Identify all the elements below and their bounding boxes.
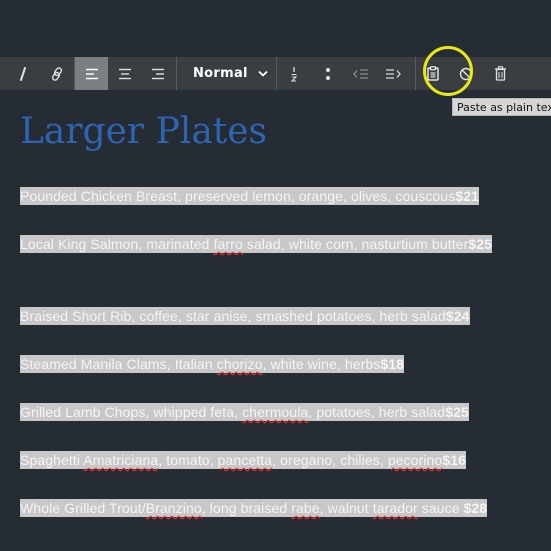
- paste-plain-text-tooltip: Paste as plain text: [452, 98, 551, 116]
- italic-icon: [17, 66, 29, 82]
- menu-item-description: , walnut: [319, 500, 373, 516]
- menu-item-price: $21: [455, 188, 479, 204]
- outdent-icon: [353, 68, 369, 80]
- misspelled-word[interactable]: chorizo: [217, 356, 263, 372]
- align-right-icon: [151, 68, 165, 80]
- menu-item-description: Spaghetti: [20, 452, 84, 468]
- menu-item-description: , potatoes, herb salad: [308, 404, 446, 420]
- menu-item-text: Steamed Manila Clams, Italian chorizo, w…: [20, 355, 405, 373]
- misspelled-word[interactable]: chermoula: [242, 404, 308, 420]
- menu-item[interactable]: Spaghetti Amatriciana, tomato, pancetta,…: [20, 449, 534, 471]
- menu-item-text: Grilled Lamb Chops, whipped feta, chermo…: [20, 403, 469, 421]
- outdent-button[interactable]: [345, 57, 377, 90]
- link-icon: [50, 66, 64, 81]
- menu-item-price: $24: [445, 308, 470, 324]
- editor-toolbar: Normal: [0, 57, 551, 90]
- menu-item-description: Local King Salmon, marinated: [20, 236, 214, 252]
- menu-item-description: Whole Grilled Trout/: [20, 500, 146, 516]
- misspelled-word[interactable]: Branzino: [146, 500, 202, 516]
- link-button[interactable]: [40, 57, 74, 90]
- menu-item-text: Braised Short Rib, coffee, star anise, s…: [20, 307, 470, 325]
- menu-item-description: , oregano, chilies,: [272, 452, 388, 468]
- align-left-button[interactable]: [75, 57, 108, 90]
- menu-item[interactable]: Steamed Manila Clams, Italian chorizo, w…: [20, 353, 534, 375]
- align-center-icon: [118, 68, 132, 80]
- paste-plain-text-button[interactable]: [416, 57, 450, 90]
- unordered-list-button[interactable]: [311, 57, 345, 90]
- menu-item-description: Pounded Chicken Breast, preserved lemon,…: [20, 188, 456, 204]
- misspelled-word[interactable]: Amatriciana: [83, 452, 158, 468]
- menu-item-text: Local King Salmon, marinated farro salad…: [20, 235, 493, 253]
- menu-item-description: , white wine, herbs: [262, 356, 381, 372]
- misspelled-word[interactable]: pancetta: [218, 452, 273, 468]
- menu-item-description: sauce: [417, 500, 464, 516]
- clipboard-icon: [427, 66, 439, 81]
- delete-button[interactable]: [483, 57, 519, 90]
- menu-item[interactable]: Local King Salmon, marinated farro salad…: [20, 233, 534, 255]
- ordered-list-icon: [290, 66, 298, 82]
- indent-button[interactable]: [377, 57, 409, 90]
- menu-item-description: , tomato,: [158, 452, 218, 468]
- paragraph-style-value: Normal: [193, 66, 248, 81]
- misspelled-word[interactable]: farro: [214, 236, 243, 252]
- menu-item[interactable]: Whole Grilled Trout/Branzino, long brais…: [20, 497, 534, 519]
- ordered-list-button[interactable]: [277, 57, 311, 90]
- menu-item-description: Steamed Manila Clams, Italian: [20, 356, 217, 372]
- menu-item-price: $25: [445, 404, 469, 420]
- menu-item-price: $18: [380, 356, 405, 372]
- align-center-button[interactable]: [108, 57, 141, 90]
- menu-item-description: , long braised: [201, 500, 292, 516]
- clear-formatting-button[interactable]: [450, 57, 483, 90]
- menu-item-price: $16: [442, 452, 466, 468]
- menu-item-text: Whole Grilled Trout/Branzino, long brais…: [20, 499, 488, 517]
- menu-item[interactable]: Pounded Chicken Breast, preserved lemon,…: [20, 185, 534, 207]
- menu-item-price: $25: [468, 236, 493, 252]
- menu-item-description: salad, white corn, nasturtium butter: [242, 236, 469, 252]
- misspelled-word[interactable]: pecorino: [388, 452, 443, 468]
- misspelled-word[interactable]: rabe: [291, 500, 319, 516]
- prohibited-icon: [459, 67, 473, 81]
- menu-item-description: Braised Short Rib, coffee, star anise, s…: [20, 308, 446, 324]
- menu-item[interactable]: Braised Short Rib, coffee, star anise, s…: [20, 305, 534, 327]
- align-left-icon: [85, 68, 99, 80]
- misspelled-word[interactable]: tarador: [373, 500, 418, 516]
- indent-icon: [385, 68, 401, 80]
- trash-icon: [494, 66, 507, 81]
- menu-item-price: $28: [463, 500, 488, 516]
- menu-item-text: Spaghetti Amatriciana, tomato, pancetta,…: [20, 451, 466, 469]
- paragraph-style-select[interactable]: Normal: [177, 57, 276, 90]
- unordered-list-icon: [325, 67, 331, 81]
- chevron-down-icon: [258, 66, 268, 81]
- italic-button[interactable]: [6, 57, 40, 90]
- menu-item[interactable]: Grilled Lamb Chops, whipped feta, chermo…: [20, 401, 534, 423]
- section-heading[interactable]: Larger Plates: [20, 108, 267, 156]
- menu-item-text: Pounded Chicken Breast, preserved lemon,…: [20, 187, 479, 205]
- align-right-button[interactable]: [141, 57, 174, 90]
- menu-item-description: Grilled Lamb Chops, whipped feta,: [20, 404, 243, 420]
